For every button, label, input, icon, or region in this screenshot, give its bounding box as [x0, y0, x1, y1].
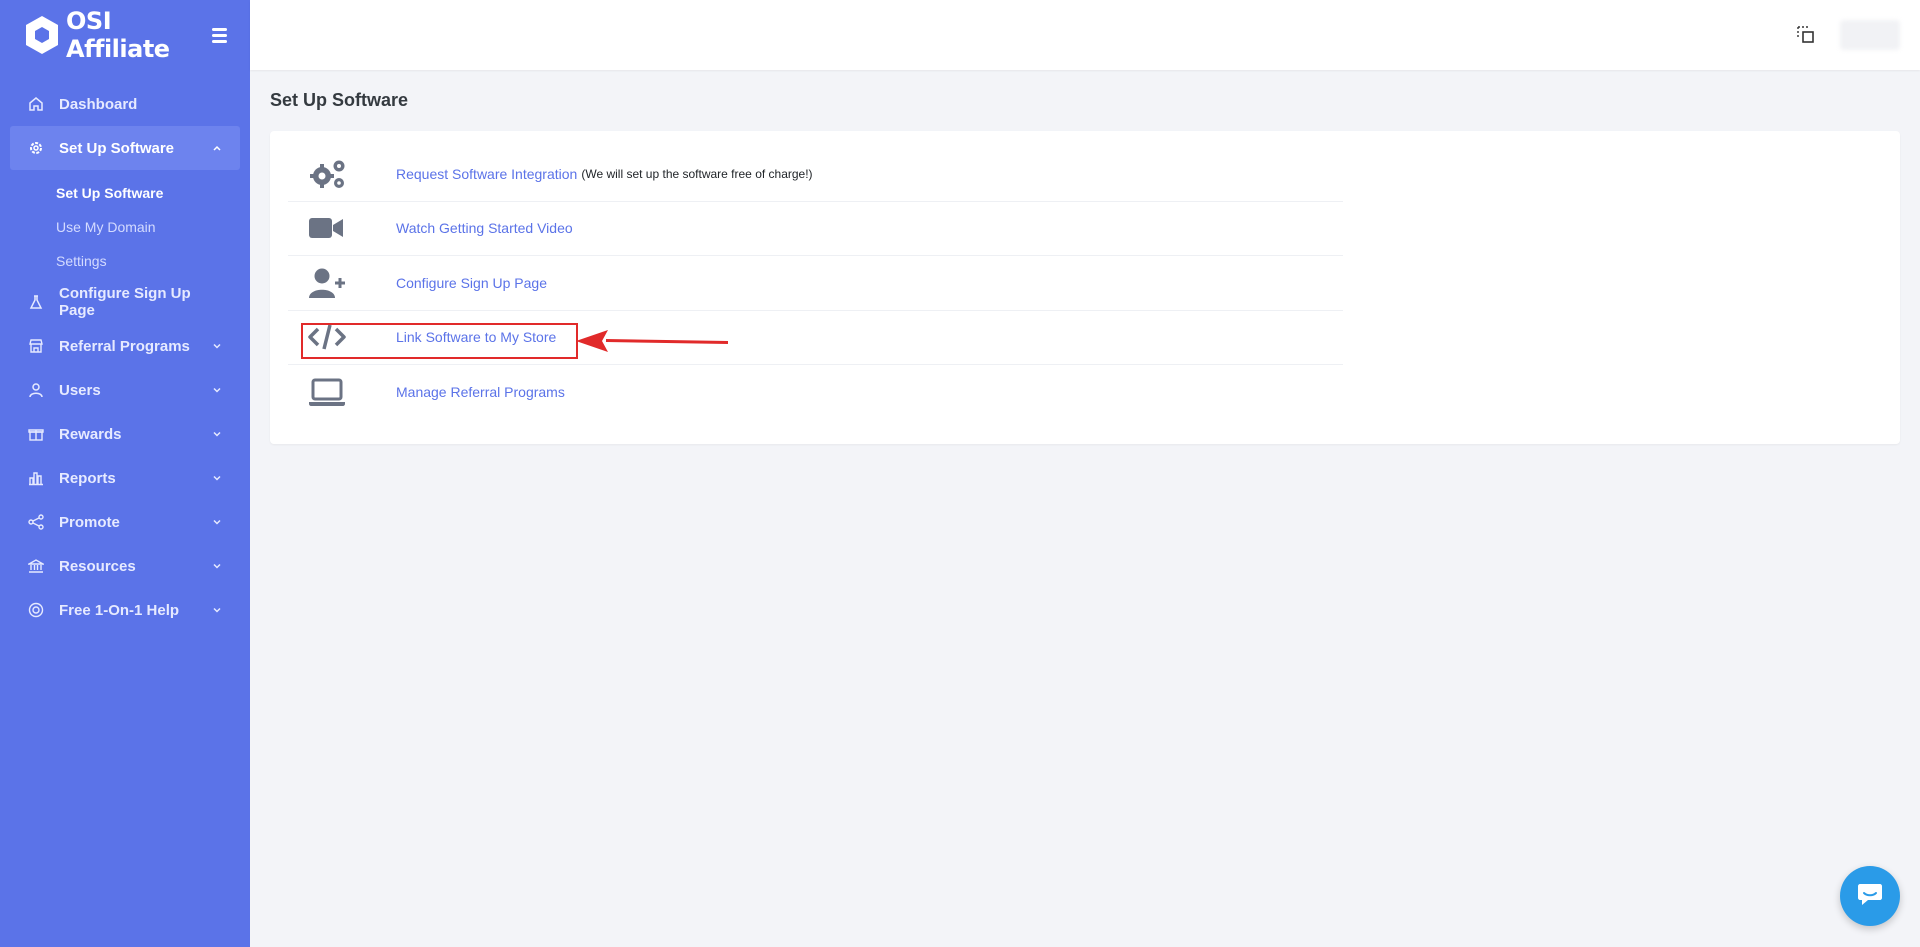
sidebar-item-configure-sign-up-page[interactable]: Configure Sign Up Page [0, 280, 250, 324]
highlight-box [301, 323, 578, 359]
video-camera-icon [288, 216, 396, 240]
page-title: Set Up Software [270, 90, 409, 110]
sidebar-item-referral-programs[interactable]: Referral Programs [0, 324, 250, 368]
brand-name: OSI Affiliate [66, 7, 170, 63]
chevron-down-icon [212, 517, 222, 527]
chevron-up-icon [212, 143, 222, 153]
sidebar-item-users[interactable]: Users [0, 368, 250, 412]
laptop-icon [288, 377, 396, 407]
submenu-item-set-up-software[interactable]: Set Up Software [0, 176, 250, 210]
request-integration-link[interactable]: Request Software Integration [396, 166, 577, 182]
sidebar-item-rewards[interactable]: Rewards [0, 412, 250, 456]
chat-button[interactable] [1840, 866, 1900, 926]
bank-icon [28, 558, 44, 574]
configure-sign-up-link[interactable]: Configure Sign Up Page [396, 275, 547, 291]
share-icon [28, 514, 44, 530]
annotation-arrow-icon [576, 330, 728, 352]
list-item-watch-video: Watch Getting Started Video [288, 202, 1343, 256]
flask-icon [28, 294, 44, 310]
store-icon [28, 338, 44, 354]
sidebar-item-set-up-software[interactable]: Set Up Software [10, 126, 240, 170]
sidebar-nav: Dashboard Set Up Software Set Up Softwar… [0, 82, 250, 632]
cogs-icon [288, 158, 396, 190]
hamburger-menu-icon[interactable] [211, 24, 230, 46]
sidebar-item-resources[interactable]: Resources [0, 544, 250, 588]
submenu-set-up-software: Set Up Software Use My Domain Settings [0, 170, 250, 280]
gear-icon [28, 140, 44, 156]
topbar [250, 0, 1920, 70]
fullscreen-icon[interactable] [1795, 24, 1817, 46]
setup-card: Request Software Integration (We will se… [270, 131, 1900, 444]
sidebar-item-reports[interactable]: Reports [0, 456, 250, 500]
chevron-down-icon [212, 605, 222, 615]
bar-chart-icon [28, 470, 44, 486]
submenu-item-use-my-domain[interactable]: Use My Domain [0, 210, 250, 244]
home-icon [28, 96, 44, 112]
user-icon [28, 382, 44, 398]
manage-referral-link[interactable]: Manage Referral Programs [396, 384, 565, 400]
brand: OSI Affiliate [0, 0, 250, 70]
sidebar-item-dashboard[interactable]: Dashboard [0, 82, 250, 126]
user-avatar[interactable] [1840, 20, 1900, 50]
user-plus-icon [288, 267, 396, 299]
request-integration-note: (We will set up the software free of cha… [581, 166, 813, 181]
list-item-manage-referral: Manage Referral Programs [288, 365, 1343, 420]
watch-video-link[interactable]: Watch Getting Started Video [396, 220, 573, 236]
logo-icon [24, 14, 60, 56]
chevron-down-icon [212, 561, 222, 571]
chevron-down-icon [212, 473, 222, 483]
chevron-down-icon [212, 385, 222, 395]
sidebar-item-promote[interactable]: Promote [0, 500, 250, 544]
chevron-down-icon [212, 341, 222, 351]
gift-icon [28, 426, 44, 442]
submenu-item-settings[interactable]: Settings [0, 244, 250, 278]
chat-bubble-icon [1857, 882, 1883, 911]
sidebar-item-free-help[interactable]: Free 1-On-1 Help [0, 588, 250, 632]
setup-list: Request Software Integration (We will se… [288, 147, 1343, 420]
list-item-request-integration: Request Software Integration (We will se… [288, 147, 1343, 202]
lifebuoy-icon [28, 602, 44, 618]
sidebar: OSI Affiliate Dashboard Set Up Software … [0, 0, 250, 947]
list-item-configure-sign-up: Configure Sign Up Page [288, 256, 1343, 311]
chevron-down-icon [212, 429, 222, 439]
